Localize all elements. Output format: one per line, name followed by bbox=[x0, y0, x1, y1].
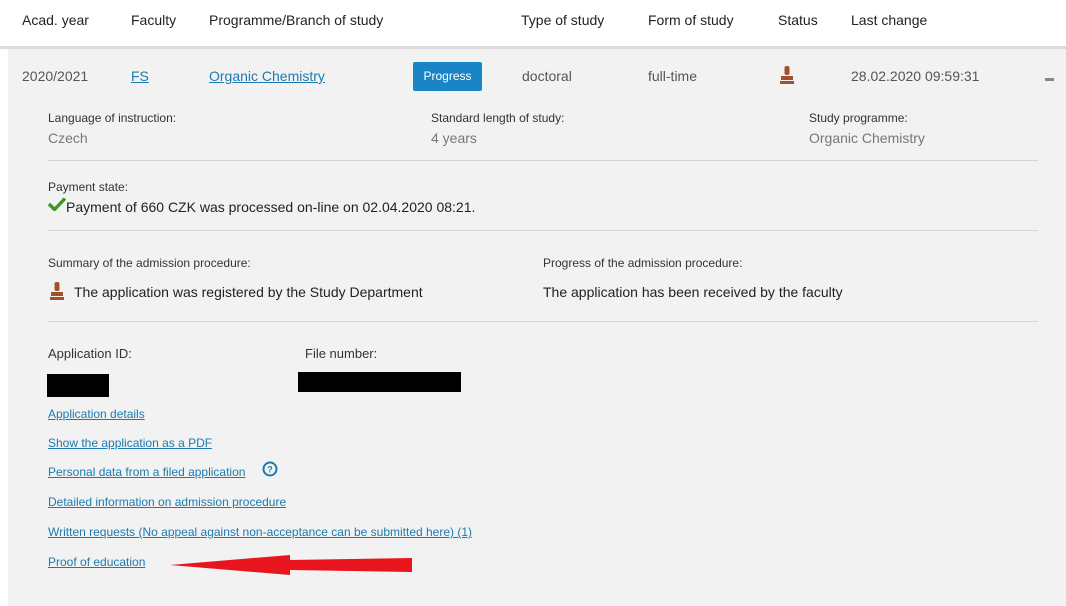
payment-label: Payment state: bbox=[48, 180, 129, 194]
divider bbox=[48, 160, 1038, 161]
svg-text:?: ? bbox=[267, 465, 273, 475]
application-id-label: Application ID: bbox=[48, 346, 132, 361]
personal-data-link[interactable]: Personal data from a filed application bbox=[48, 465, 245, 479]
col-programme: Programme/Branch of study bbox=[209, 12, 384, 28]
pdf-link[interactable]: Show the application as a PDF bbox=[48, 436, 212, 450]
table-header: Acad. year Faculty Programme/Branch of s… bbox=[0, 0, 1066, 49]
checkmark-icon bbox=[47, 197, 67, 216]
row-type: doctoral bbox=[522, 68, 572, 84]
redacted-file-number bbox=[298, 372, 461, 392]
application-details-link[interactable]: Application details bbox=[48, 407, 145, 421]
help-icon[interactable]: ? bbox=[262, 461, 278, 482]
collapse-icon[interactable] bbox=[1045, 78, 1054, 81]
divider bbox=[48, 321, 1038, 322]
detailed-info-link[interactable]: Detailed information on admission proced… bbox=[48, 495, 286, 509]
proof-of-education-link[interactable]: Proof of education bbox=[48, 555, 145, 569]
progress-label: Progress of the admission procedure: bbox=[543, 256, 743, 270]
length-label: Standard length of study: bbox=[431, 111, 565, 125]
redacted-application-id bbox=[47, 374, 109, 397]
language-value: Czech bbox=[48, 130, 88, 146]
summary-value: The application was registered by the St… bbox=[74, 284, 423, 300]
row-last-change: 28.02.2020 09:59:31 bbox=[851, 68, 980, 84]
file-number-label: File number: bbox=[305, 346, 378, 361]
col-status: Status bbox=[778, 12, 818, 28]
summary-label: Summary of the admission procedure: bbox=[48, 256, 251, 270]
col-acad-year: Acad. year bbox=[22, 12, 89, 28]
red-arrow-annotation bbox=[170, 555, 412, 575]
faculty-link[interactable]: FS bbox=[131, 68, 149, 84]
progress-button[interactable]: Progress bbox=[413, 62, 482, 91]
written-requests-link[interactable]: Written requests (No appeal against non-… bbox=[48, 525, 472, 539]
col-faculty: Faculty bbox=[131, 12, 177, 28]
study-programme-value: Organic Chemistry bbox=[809, 130, 925, 146]
stamp-icon bbox=[50, 282, 64, 305]
length-value: 4 years bbox=[431, 130, 477, 146]
payment-value: Payment of 660 CZK was processed on-line… bbox=[66, 199, 476, 215]
language-label: Language of instruction: bbox=[48, 111, 177, 125]
progress-value: The application has been received by the… bbox=[543, 284, 843, 300]
row-form: full-time bbox=[648, 68, 698, 84]
stamp-icon bbox=[780, 66, 794, 89]
col-last-change: Last change bbox=[851, 12, 928, 28]
divider bbox=[48, 230, 1038, 231]
col-type: Type of study bbox=[521, 12, 605, 28]
programme-link[interactable]: Organic Chemistry bbox=[209, 68, 325, 84]
col-form: Form of study bbox=[648, 12, 734, 28]
study-programme-label: Study programme: bbox=[809, 111, 908, 125]
row-acad-year: 2020/2021 bbox=[22, 68, 89, 84]
